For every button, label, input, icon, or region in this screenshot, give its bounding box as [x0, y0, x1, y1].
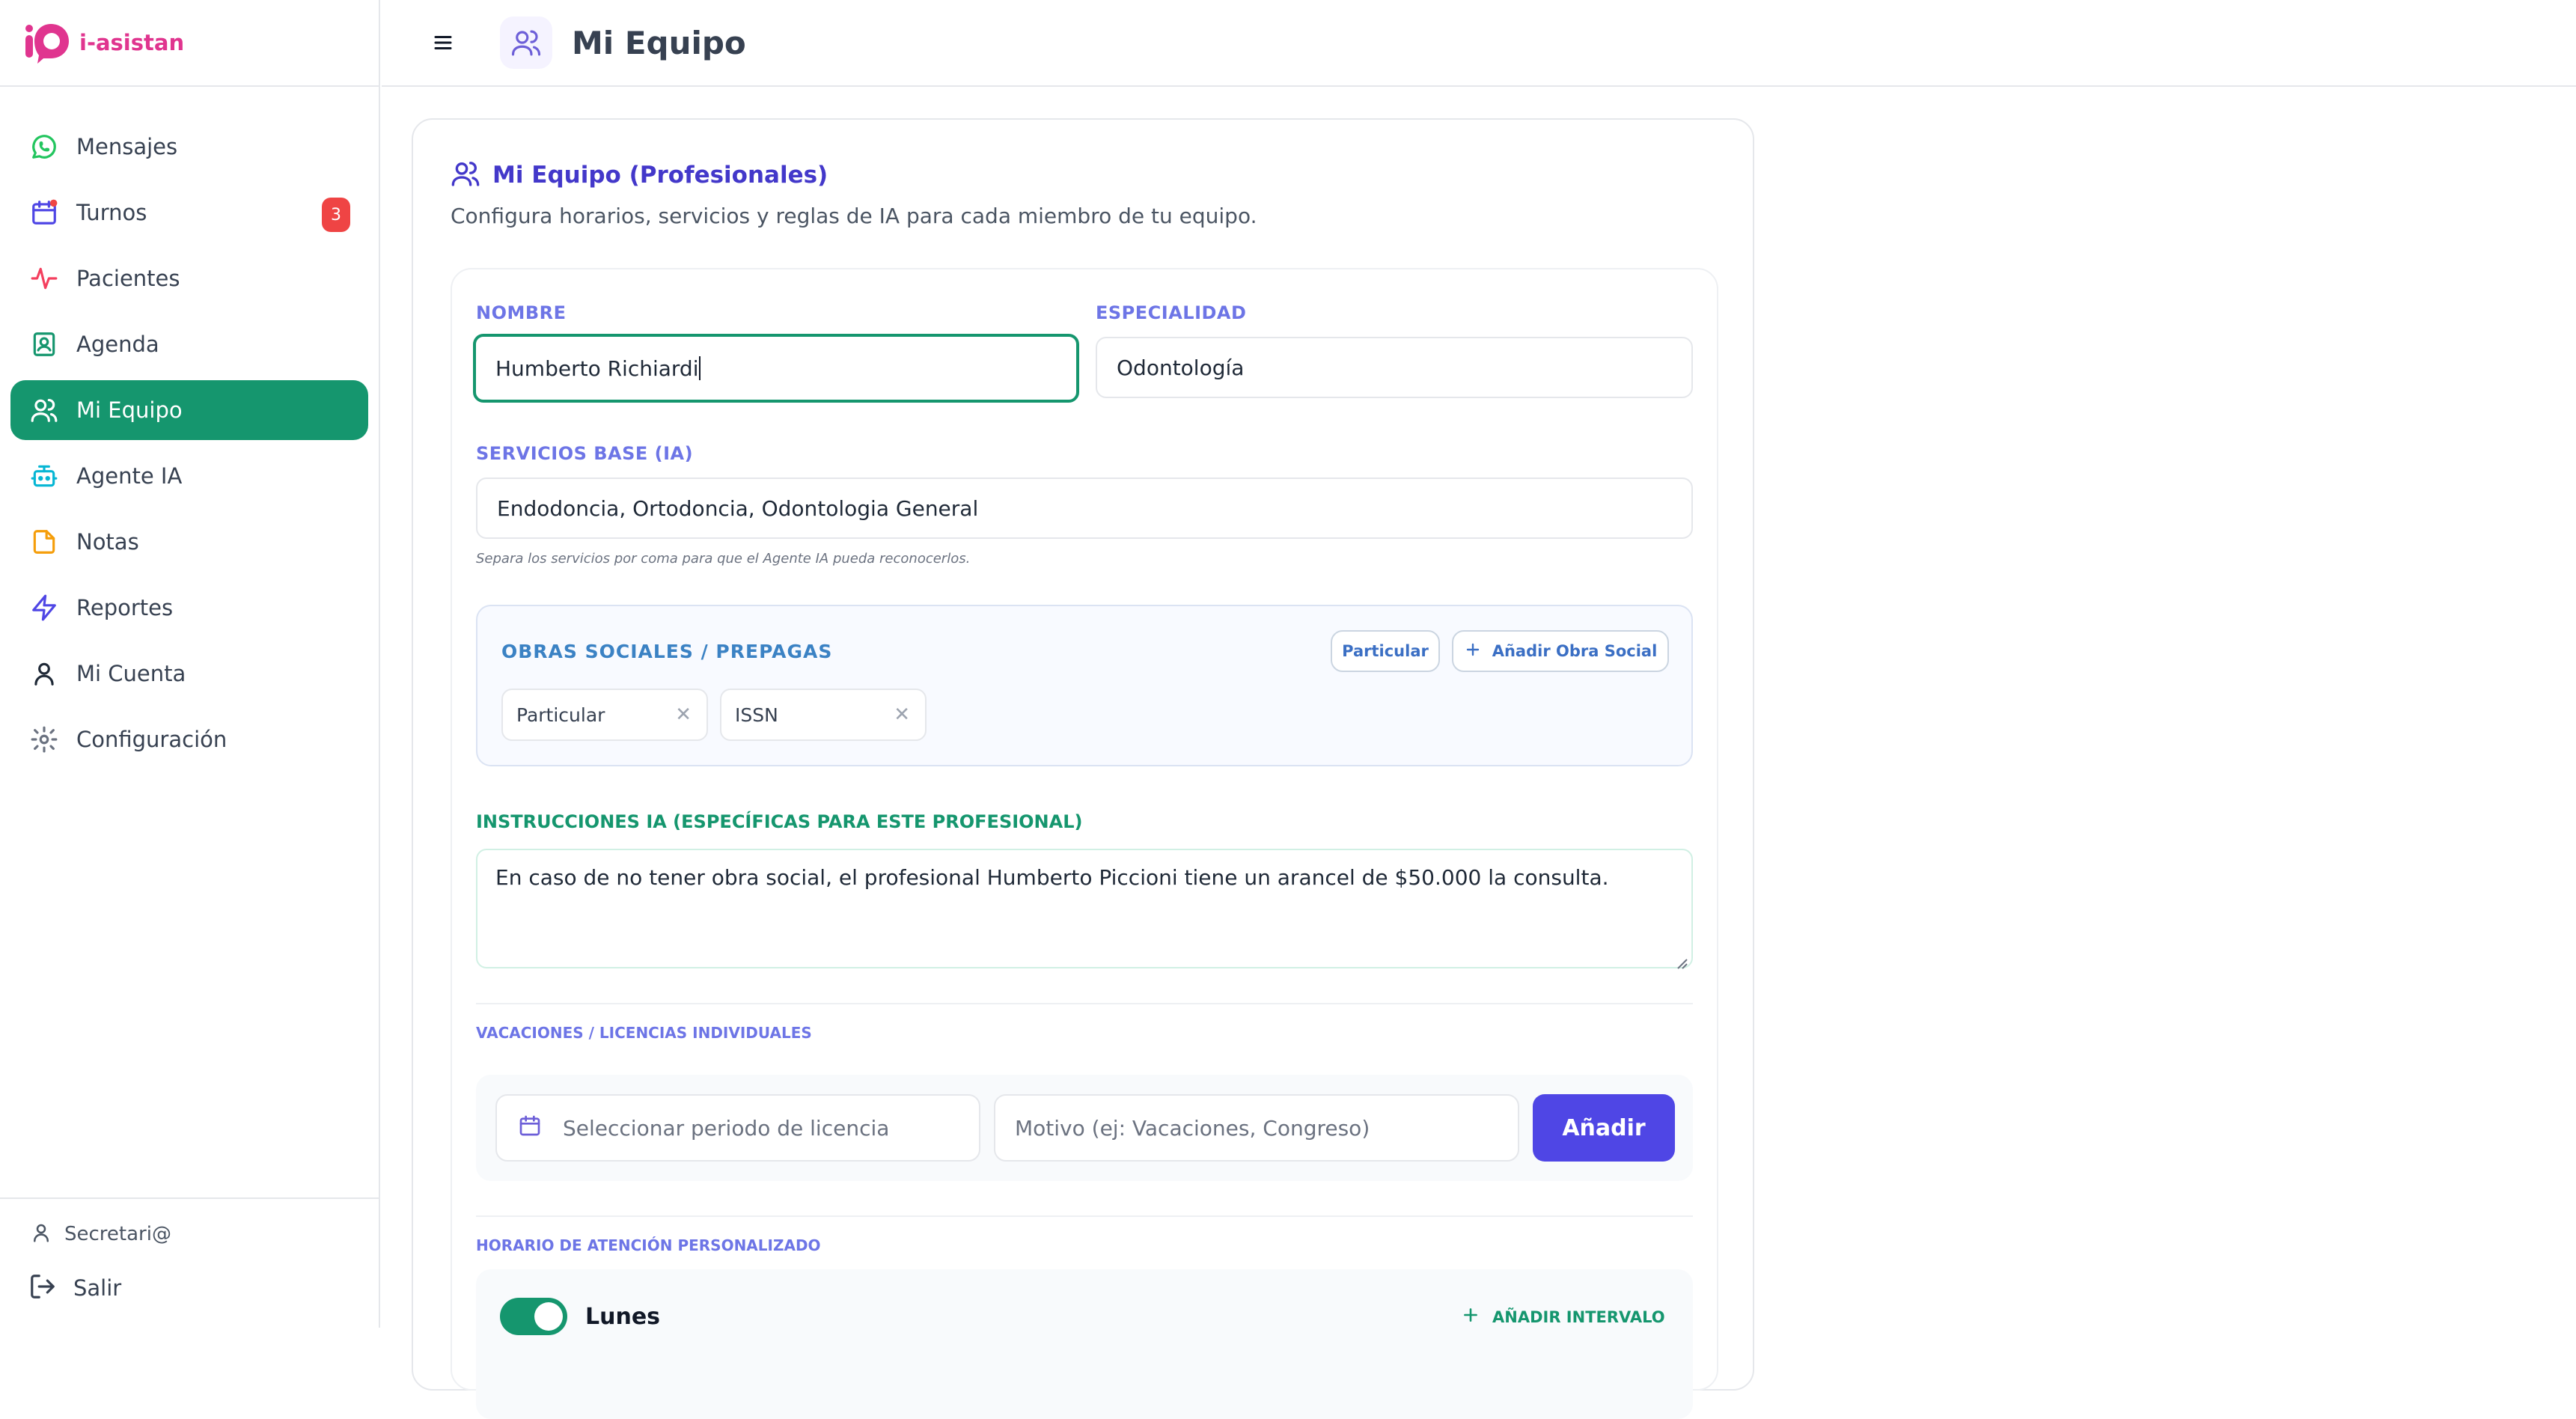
insurance-tag-label: ISSN: [735, 704, 778, 726]
sidebar: i-asistan Mensajes Turnos 3 Pacientes Ag…: [0, 0, 380, 1328]
sidebar-item-mi-equipo[interactable]: Mi Equipo: [10, 380, 368, 440]
insurance-tag: ISSN ✕: [720, 689, 927, 741]
calendar-icon: [518, 1114, 542, 1143]
sidebar-item-label: Mensajes: [76, 134, 178, 159]
name-label: NOMBRE: [476, 302, 567, 323]
add-leave-button[interactable]: Añadir: [1533, 1094, 1675, 1162]
sidebar-item-label: Agente IA: [76, 463, 183, 489]
gear-icon: [28, 724, 60, 755]
name-field[interactable]: Humberto Richiardi: [473, 334, 1079, 403]
text-cursor: [699, 356, 701, 380]
services-label: SERVICIOS BASE (IA): [476, 443, 694, 464]
sidebar-item-pacientes[interactable]: Pacientes: [10, 248, 368, 308]
divider: [476, 1003, 1693, 1004]
sidebar-item-notas[interactable]: Notas: [10, 512, 368, 572]
sidebar-item-configuracion[interactable]: Configuración: [10, 710, 368, 769]
day-toggle[interactable]: [500, 1298, 567, 1335]
ia-instructions-label: INSTRUCCIONES IA (ESPECÍFICAS PARA ESTE …: [476, 811, 1083, 832]
contact-book-icon: [28, 329, 60, 360]
leave-period-picker[interactable]: Seleccionar periodo de licencia: [495, 1094, 980, 1162]
resize-handle-icon[interactable]: [1675, 950, 1688, 969]
add-insurance-button[interactable]: Añadir Obra Social: [1452, 630, 1669, 672]
lightning-icon: [28, 592, 60, 623]
brand-name: i-asistan: [79, 30, 185, 55]
plus-icon: [1464, 641, 1482, 662]
sidebar-item-label: Reportes: [76, 595, 174, 620]
specialty-label: ESPECIALIDAD: [1096, 302, 1247, 323]
users-icon: [451, 159, 480, 192]
card-header: Mi Equipo (Profesionales): [451, 159, 828, 192]
activity-icon: [28, 263, 60, 294]
sidebar-item-label: Mi Cuenta: [76, 661, 186, 686]
sidebar-item-agente-ia[interactable]: Agente IA: [10, 446, 368, 506]
note-icon: [28, 526, 60, 558]
services-hint: Separa los servicios por coma para que e…: [476, 551, 971, 567]
user-icon: [28, 658, 60, 689]
logout-button[interactable]: Salir: [0, 1247, 379, 1304]
current-user[interactable]: Secretari@: [0, 1199, 379, 1247]
insurance-title: OBRAS SOCIALES / PREPAGAS: [501, 641, 833, 662]
close-icon[interactable]: ✕: [675, 704, 692, 726]
specialty-value: Odontología: [1117, 355, 1245, 380]
brand-logo-icon: [22, 21, 72, 64]
logout-label: Salir: [73, 1275, 122, 1301]
brand[interactable]: i-asistan: [0, 0, 379, 87]
schedule-section: Lunes AÑADIR INTERVALO: [476, 1269, 1693, 1419]
sidebar-item-label: Configuración: [76, 727, 228, 752]
sidebar-item-label: Agenda: [76, 332, 159, 357]
leave-reason-placeholder: Motivo (ej: Vacaciones, Congreso): [1015, 1115, 1370, 1141]
quick-add-particular-button[interactable]: Particular: [1331, 630, 1440, 672]
sidebar-footer: Secretari@ Salir: [0, 1197, 379, 1328]
toggle-knob: [534, 1302, 563, 1331]
add-interval-button[interactable]: AÑADIR INTERVALO: [1461, 1305, 1665, 1328]
specialty-field[interactable]: Odontología: [1096, 337, 1693, 398]
page-title: Mi Equipo: [572, 24, 746, 61]
sidebar-item-label: Notas: [76, 529, 139, 555]
users-icon: [28, 394, 60, 426]
add-interval-label: AÑADIR INTERVALO: [1492, 1307, 1665, 1326]
sidebar-item-reportes[interactable]: Reportes: [10, 578, 368, 638]
quick-add-label: Particular: [1342, 642, 1429, 660]
leave-reason-input[interactable]: Motivo (ej: Vacaciones, Congreso): [994, 1094, 1519, 1162]
sidebar-item-label: Turnos: [76, 200, 147, 225]
divider: [476, 1215, 1693, 1217]
day-label: Lunes: [585, 1304, 661, 1330]
sidebar-item-label: Mi Equipo: [76, 397, 183, 423]
plus-icon: [1461, 1305, 1480, 1328]
insurance-section: OBRAS SOCIALES / PREPAGAS Particular Aña…: [476, 605, 1693, 766]
logout-icon: [28, 1272, 57, 1304]
add-insurance-label: Añadir Obra Social: [1492, 642, 1658, 660]
leave-period-placeholder: Seleccionar periodo de licencia: [563, 1115, 890, 1141]
sidebar-item-turnos[interactable]: Turnos 3: [10, 183, 368, 242]
insurance-tag: Particular ✕: [501, 689, 708, 741]
whatsapp-icon: [28, 131, 60, 162]
vacations-section: Seleccionar periodo de licencia Motivo (…: [476, 1075, 1693, 1181]
sidebar-nav: Mensajes Turnos 3 Pacientes Agenda Mi Eq…: [0, 87, 379, 769]
card-subtitle: Configura horarios, servicios y reglas d…: [451, 204, 1257, 228]
ia-instructions-value: En caso de no tener obra social, el prof…: [495, 865, 1609, 890]
current-user-label: Secretari@: [64, 1223, 171, 1245]
professional-form: NOMBRE Humberto Richiardi ESPECIALIDAD O…: [451, 268, 1718, 1419]
name-value: Humberto Richiardi: [495, 355, 699, 381]
notification-badge: 3: [322, 198, 350, 232]
schedule-label: HORARIO DE ATENCIÓN PERSONALIZADO: [476, 1236, 821, 1254]
vacations-label: VACACIONES / LICENCIAS INDIVIDUALES: [476, 1024, 812, 1042]
menu-toggle-icon[interactable]: [419, 19, 467, 67]
calendar-icon: [28, 197, 60, 228]
insurance-tag-label: Particular: [516, 704, 605, 726]
sidebar-item-label: Pacientes: [76, 266, 180, 291]
user-icon: [30, 1221, 52, 1247]
bot-icon: [28, 460, 60, 492]
close-icon[interactable]: ✕: [894, 704, 910, 726]
users-icon: [500, 16, 552, 69]
topbar: Mi Equipo: [382, 0, 2576, 87]
services-value: Endodoncia, Ortodoncia, Odontologia Gene…: [497, 495, 979, 521]
services-field[interactable]: Endodoncia, Ortodoncia, Odontologia Gene…: [476, 477, 1693, 539]
sidebar-item-agenda[interactable]: Agenda: [10, 314, 368, 374]
ia-instructions-textarea[interactable]: En caso de no tener obra social, el prof…: [476, 849, 1693, 969]
card-title: Mi Equipo (Profesionales): [492, 162, 828, 189]
team-card: Mi Equipo (Profesionales) Configura hora…: [412, 118, 1754, 1419]
sidebar-item-mi-cuenta[interactable]: Mi Cuenta: [10, 644, 368, 704]
sidebar-item-mensajes[interactable]: Mensajes: [10, 117, 368, 177]
